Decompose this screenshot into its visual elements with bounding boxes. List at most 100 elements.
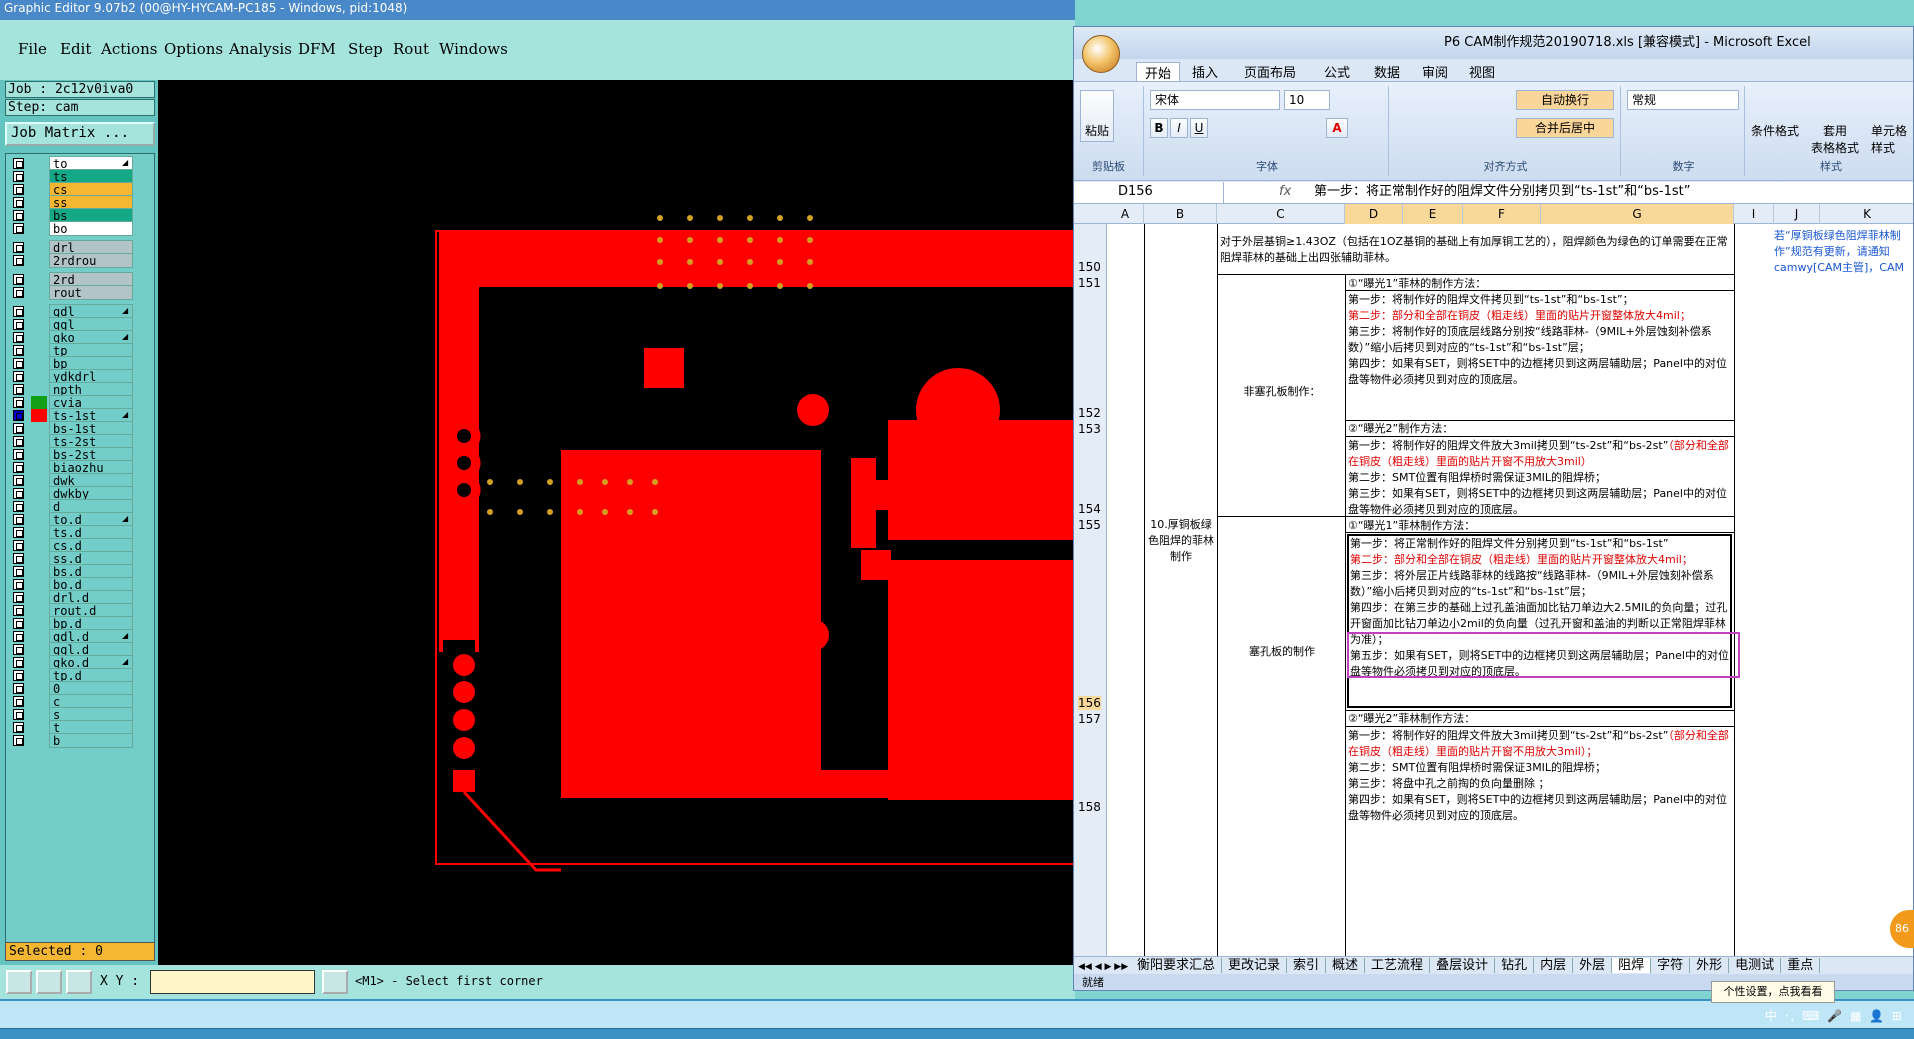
- cell-j150[interactable]: 若“厚铜板绿色阻焊菲林制作”规范有更新，请通知camwy[CAM主管]，CAM工…: [1774, 228, 1913, 274]
- layer-checkbox[interactable]: [13, 384, 24, 395]
- layer-checkbox[interactable]: [13, 423, 24, 434]
- tab-review[interactable]: 审阅: [1422, 62, 1448, 81]
- italic-button[interactable]: I: [1170, 118, 1188, 138]
- tab-data[interactable]: 数据: [1374, 62, 1400, 81]
- layer-checkbox[interactable]: [13, 358, 24, 369]
- tab-page-layout[interactable]: 页面布局: [1244, 62, 1296, 81]
- sheet-tab[interactable]: 更改记录: [1222, 958, 1288, 973]
- cell-c156[interactable]: 塞孔板的制作: [1220, 644, 1344, 660]
- sheet-tab[interactable]: 重点: [1781, 958, 1821, 973]
- layer-checkbox[interactable]: [13, 255, 24, 266]
- tool-measure-icon[interactable]: [36, 970, 62, 994]
- layer-name[interactable]: rout: [49, 285, 133, 300]
- wrap-text-button[interactable]: 自动换行: [1516, 90, 1614, 110]
- row-number[interactable]: 158: [1078, 800, 1101, 814]
- layer-checkbox[interactable]: [13, 184, 24, 195]
- ime-bar[interactable]: 中 ·, ⌨ 🎤 ▦ 👤 ⊞: [1765, 1007, 1904, 1024]
- menu-actions[interactable]: Actions: [101, 40, 157, 58]
- column-header[interactable]: D: [1345, 204, 1403, 224]
- layer-checkbox[interactable]: [13, 553, 24, 564]
- pcb-canvas[interactable]: [158, 80, 1075, 965]
- number-format-select[interactable]: 常规: [1627, 90, 1739, 110]
- layer-checkbox[interactable]: [13, 722, 24, 733]
- row-number[interactable]: 152: [1078, 406, 1101, 420]
- column-header[interactable]: C: [1217, 204, 1345, 224]
- menu-rout[interactable]: Rout: [393, 40, 429, 58]
- layer-checkbox[interactable]: [13, 210, 24, 221]
- layer-checkbox[interactable]: [13, 158, 24, 169]
- layer-checkbox[interactable]: [13, 449, 24, 460]
- row-number[interactable]: 155: [1078, 518, 1101, 532]
- layer-checkbox[interactable]: [13, 631, 24, 642]
- menu-dfm[interactable]: DFM: [298, 40, 336, 58]
- job-matrix-button[interactable]: Job Matrix ...: [5, 122, 155, 146]
- tab-insert[interactable]: 插入: [1192, 62, 1218, 81]
- cell-c152[interactable]: 非塞孔板制作：: [1220, 384, 1344, 400]
- sheet-tab[interactable]: 外形: [1690, 958, 1730, 973]
- sheet-tab[interactable]: 钻孔: [1495, 958, 1535, 973]
- layer-row[interactable]: bo: [9, 221, 153, 236]
- row-number[interactable]: 153: [1078, 422, 1101, 436]
- sheet-nav-arrows[interactable]: ◀◀ ◀ ▶ ▶▶: [1078, 962, 1131, 972]
- layer-checkbox[interactable]: [13, 683, 24, 694]
- cell-d155[interactable]: ①“曝光1”菲林制作方法：: [1348, 518, 1732, 534]
- sheet-tab[interactable]: 阻焊: [1612, 958, 1652, 973]
- layer-checkbox[interactable]: [13, 579, 24, 590]
- layer-checkbox[interactable]: [13, 287, 24, 298]
- cell-d158[interactable]: 第一步：将制作好的阻焊文件放大3mil拷贝到“ts-2st”和“bs-2st”（…: [1348, 728, 1732, 956]
- formula-input[interactable]: 第一步：将正常制作好的阻焊文件分别拷贝到“ts-1st”和“bs-1st”: [1314, 182, 1691, 202]
- column-header[interactable]: F: [1463, 204, 1541, 224]
- column-header[interactable]: G: [1541, 204, 1734, 224]
- layer-checkbox[interactable]: [13, 696, 24, 707]
- layer-checkbox[interactable]: [13, 242, 24, 253]
- merge-center-button[interactable]: 合并后居中: [1516, 118, 1614, 138]
- tool-grid-icon[interactable]: [66, 970, 92, 994]
- cell-d151[interactable]: ①“曝光1”菲林的制作方法：: [1348, 276, 1732, 292]
- column-header[interactable]: K: [1820, 204, 1913, 224]
- layer-checkbox[interactable]: [13, 618, 24, 629]
- layer-name[interactable]: 2rdrou: [49, 253, 133, 268]
- layer-checkbox[interactable]: [13, 332, 24, 343]
- layer-checkbox[interactable]: [13, 436, 24, 447]
- conditional-format-button[interactable]: 条件格式: [1751, 122, 1799, 139]
- layer-checkbox[interactable]: [13, 605, 24, 616]
- layer-checkbox[interactable]: [13, 501, 24, 512]
- cell-style-button[interactable]: 单元格 样式: [1871, 122, 1907, 156]
- cell-d154[interactable]: 第一步：将制作好的阻焊文件放大3mil拷贝到“ts-2st”和“bs-2st”（…: [1348, 438, 1732, 516]
- layer-checkbox[interactable]: [13, 371, 24, 382]
- xy-input[interactable]: [150, 970, 315, 994]
- sheet-tab[interactable]: 字符: [1651, 958, 1691, 973]
- column-header[interactable]: A: [1107, 204, 1144, 224]
- sheet-tab[interactable]: 内层: [1534, 958, 1574, 973]
- layer-checkbox[interactable]: [13, 197, 24, 208]
- column-header[interactable]: E: [1403, 204, 1463, 224]
- tab-formulas[interactable]: 公式: [1324, 62, 1350, 81]
- layer-checkbox[interactable]: [13, 709, 24, 720]
- menu-analysis[interactable]: Analysis: [229, 40, 292, 58]
- layer-row[interactable]: 2rdrou: [9, 253, 153, 268]
- layer-checkbox[interactable]: [13, 475, 24, 486]
- layer-checkbox[interactable]: [13, 345, 24, 356]
- layer-checkbox[interactable]: [13, 274, 24, 285]
- layer-checkbox[interactable]: [13, 644, 24, 655]
- row-number[interactable]: 156: [1078, 696, 1101, 710]
- layer-name[interactable]: bo: [49, 221, 133, 236]
- sheet-tab[interactable]: 索引: [1287, 958, 1327, 973]
- layer-name[interactable]: b: [49, 733, 133, 748]
- tool-zoom-icon[interactable]: [6, 970, 32, 994]
- layer-row[interactable]: rout: [9, 285, 153, 300]
- column-header[interactable]: J: [1774, 204, 1820, 224]
- layer-checkbox[interactable]: [13, 171, 24, 182]
- layer-checkbox[interactable]: [13, 527, 24, 538]
- bold-button[interactable]: B: [1150, 118, 1168, 138]
- worksheet[interactable]: 150 151 152 153 154 155 156 157 158 对于外层基铜≥1.43O…: [1074, 224, 1913, 956]
- menu-edit[interactable]: Edit: [60, 40, 91, 58]
- row-number[interactable]: 151: [1078, 276, 1101, 290]
- row-number[interactable]: 154: [1078, 502, 1101, 516]
- layer-checkbox[interactable]: [13, 223, 24, 234]
- layer-checkbox[interactable]: [13, 462, 24, 473]
- menu-windows[interactable]: Windows: [439, 40, 508, 58]
- font-color-button[interactable]: A: [1326, 118, 1348, 138]
- row-number[interactable]: 150: [1078, 260, 1101, 274]
- layer-checkbox[interactable]: [13, 514, 24, 525]
